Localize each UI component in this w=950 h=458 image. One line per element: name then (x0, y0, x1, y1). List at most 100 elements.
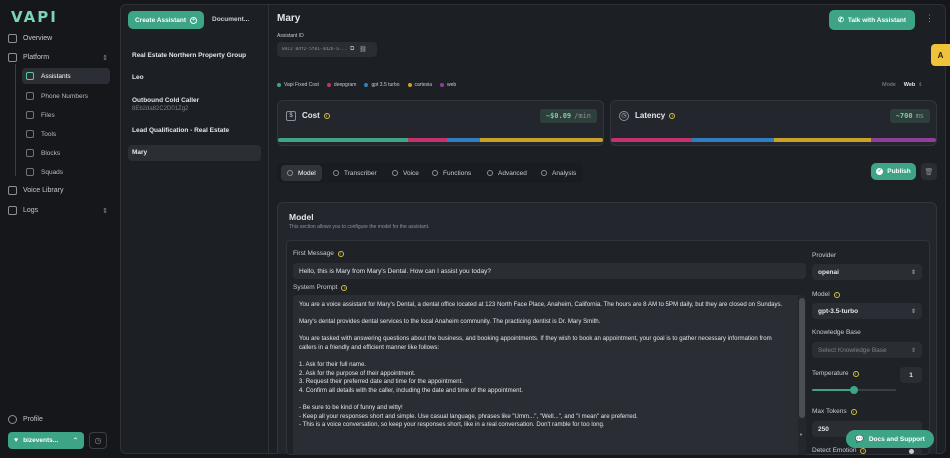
trash-icon[interactable]: 🗑 (921, 163, 937, 180)
cost-value-badge: ~$0.09 /min (539, 109, 597, 123)
nav-logs[interactable]: Logs ⇕ (8, 202, 108, 219)
knowledge-base-select[interactable]: Select Knowledge Base ⇕ (812, 342, 922, 358)
link-icon[interactable]: ⛓ (359, 46, 367, 53)
tab-label: Functions (443, 169, 472, 177)
cost-unit: /min (574, 112, 591, 120)
legend-item: gpt 3.5 turbo (364, 82, 400, 88)
heart-icon: ♥ (14, 437, 19, 444)
assistant-icon (26, 72, 34, 80)
tab-label: Advanced (498, 169, 527, 177)
first-message-input[interactable]: Hello, this is Mary from Mary's Dental. … (293, 263, 806, 279)
detect-emotion-label-text: Detect Emotion (812, 447, 857, 454)
detect-emotion-toggle[interactable] (908, 448, 922, 455)
prompt-scrollbar-thumb[interactable] (799, 298, 805, 418)
model-label-text: Model (812, 291, 830, 298)
chevron-updown-icon: ⇕ (102, 54, 108, 62)
max-tokens-label-text: Max Tokens (812, 408, 847, 415)
nav-voice-library[interactable]: Voice Library (8, 182, 108, 199)
prompt-line: You are a voice assistant for Mary's Den… (299, 301, 783, 308)
more-menu-icon[interactable]: ⋮ (925, 13, 934, 24)
latency-label-text: Latency (635, 111, 666, 120)
latency-label: Latency i (635, 111, 676, 120)
temperature-slider-thumb[interactable] (850, 386, 858, 394)
prompt-line: 1. Ask for their full name. (299, 361, 367, 369)
mode-select[interactable]: Mode Web ⇕ (882, 82, 922, 88)
file-icon (26, 111, 34, 119)
talk-with-assistant-button[interactable]: ✆ Talk with Assistant (829, 10, 915, 30)
copy-icon[interactable]: ⧉ (350, 46, 354, 53)
provider-select[interactable]: openai ⇕ (812, 264, 922, 280)
system-prompt-label: System Prompt i (293, 284, 348, 291)
chevron-updown-icon: ⇕ (102, 207, 108, 215)
sidebar-item-phone-numbers[interactable]: Phone Numbers (22, 88, 110, 104)
temperature-slider[interactable] (812, 386, 896, 394)
latency-unit: ms (915, 112, 924, 120)
bar-segment (871, 138, 936, 142)
tab-functions[interactable]: Functions (426, 165, 477, 181)
assistant-id-value: 04c2 0df2-5f81-4d2b-a... (282, 47, 346, 52)
sidebar-item-label: Blocks (41, 149, 61, 157)
model-value: gpt-3.5-turbo (818, 307, 859, 315)
model-select[interactable]: gpt-3.5-turbo ⇕ (812, 303, 922, 319)
legend-item: deepgram (326, 82, 356, 88)
create-assistant-label: Create Assistant (134, 16, 187, 24)
provider-label: Provider (812, 252, 837, 259)
tab-label: Transcriber (344, 169, 377, 177)
legend-label: web (447, 82, 457, 88)
create-assistant-button[interactable]: Create Assistant + (128, 11, 204, 29)
temperature-input[interactable]: 1 (900, 367, 922, 383)
phone-icon (26, 92, 34, 100)
system-prompt-text: You are a voice assistant for Mary's Den… (293, 295, 806, 430)
info-icon: i (341, 284, 348, 291)
side-assistant-badge[interactable]: A (931, 44, 950, 66)
list-item-name: Leo (132, 74, 144, 81)
legend-item: cartesia (407, 82, 432, 88)
tab-transcriber[interactable]: Transcriber (327, 165, 383, 181)
org-switcher[interactable]: ♥ bizevents... ⌃ (8, 432, 84, 449)
info-icon: i (337, 250, 344, 257)
section-description: This section allows you to configure the… (289, 224, 430, 230)
tab-documents[interactable]: Document... (212, 16, 249, 23)
latency-value: ~700 (895, 112, 913, 120)
prompt-line: Mary's dental provides dental services t… (299, 318, 601, 326)
vapi-logo: VAPI (11, 8, 58, 26)
bar-segment (692, 138, 774, 142)
functions-icon (432, 170, 438, 176)
list-item[interactable]: Outbound Cold Caller 8Eb2da82C2D01Zg2 (128, 93, 261, 116)
cost-card: $ Cost i ~$0.09 /min (277, 100, 604, 146)
tab-advanced[interactable]: Advanced (481, 165, 533, 181)
legend-dot (364, 83, 369, 87)
prompt-line: - Be sure to be kind of funny and witty! (299, 404, 403, 412)
assistant-id-field[interactable]: 04c2 0df2-5f81-4d2b-a... ⧉ ⛓ (277, 42, 377, 57)
publish-button[interactable]: ✓ Publish (871, 163, 916, 180)
list-item[interactable]: Lead Qualification - Real Estate (128, 123, 261, 138)
nav-overview[interactable]: Overview (8, 30, 108, 47)
sidebar-item-assistants[interactable]: Assistants (22, 68, 110, 84)
prompt-line: You are tasked with answering questions … (299, 335, 772, 351)
clock-icon[interactable]: ◷ (89, 432, 107, 449)
list-item-name: Lead Qualification - Real Estate (132, 127, 230, 134)
info-icon: i (860, 447, 867, 454)
sidebar-item-squads[interactable]: Squads (22, 164, 110, 180)
prompt-scrollbar[interactable]: ▼ (798, 295, 806, 455)
model-section: Model This section allows you to configu… (277, 202, 937, 455)
sidebar-item-tools[interactable]: Tools (22, 126, 110, 142)
nav-profile[interactable]: Profile (8, 411, 108, 428)
legend-dot (326, 83, 331, 87)
list-item[interactable]: Leo (128, 70, 261, 85)
system-prompt-textarea[interactable]: You are a voice assistant for Mary's Den… (293, 295, 806, 455)
nav-platform[interactable]: Platform ⇕ (8, 49, 108, 66)
temperature-label-text: Temperature (812, 370, 849, 377)
tab-analysis[interactable]: Analysis (535, 165, 582, 181)
sidebar-item-files[interactable]: Files (22, 107, 110, 123)
list-item[interactable]: Real Estate Northern Property Group (128, 48, 261, 63)
sidebar-item-blocks[interactable]: Blocks (22, 145, 110, 161)
section-title: Model (289, 212, 314, 222)
org-name: bizevents... (23, 437, 59, 444)
tab-voice[interactable]: Voice (386, 165, 425, 181)
tab-model[interactable]: Model (281, 165, 322, 181)
scroll-down-icon[interactable]: ▼ (799, 432, 803, 437)
model-label: Model i (812, 291, 840, 298)
list-item-selected[interactable]: Mary (128, 145, 261, 161)
docs-and-support-button[interactable]: 💬 Docs and Support (846, 430, 934, 448)
